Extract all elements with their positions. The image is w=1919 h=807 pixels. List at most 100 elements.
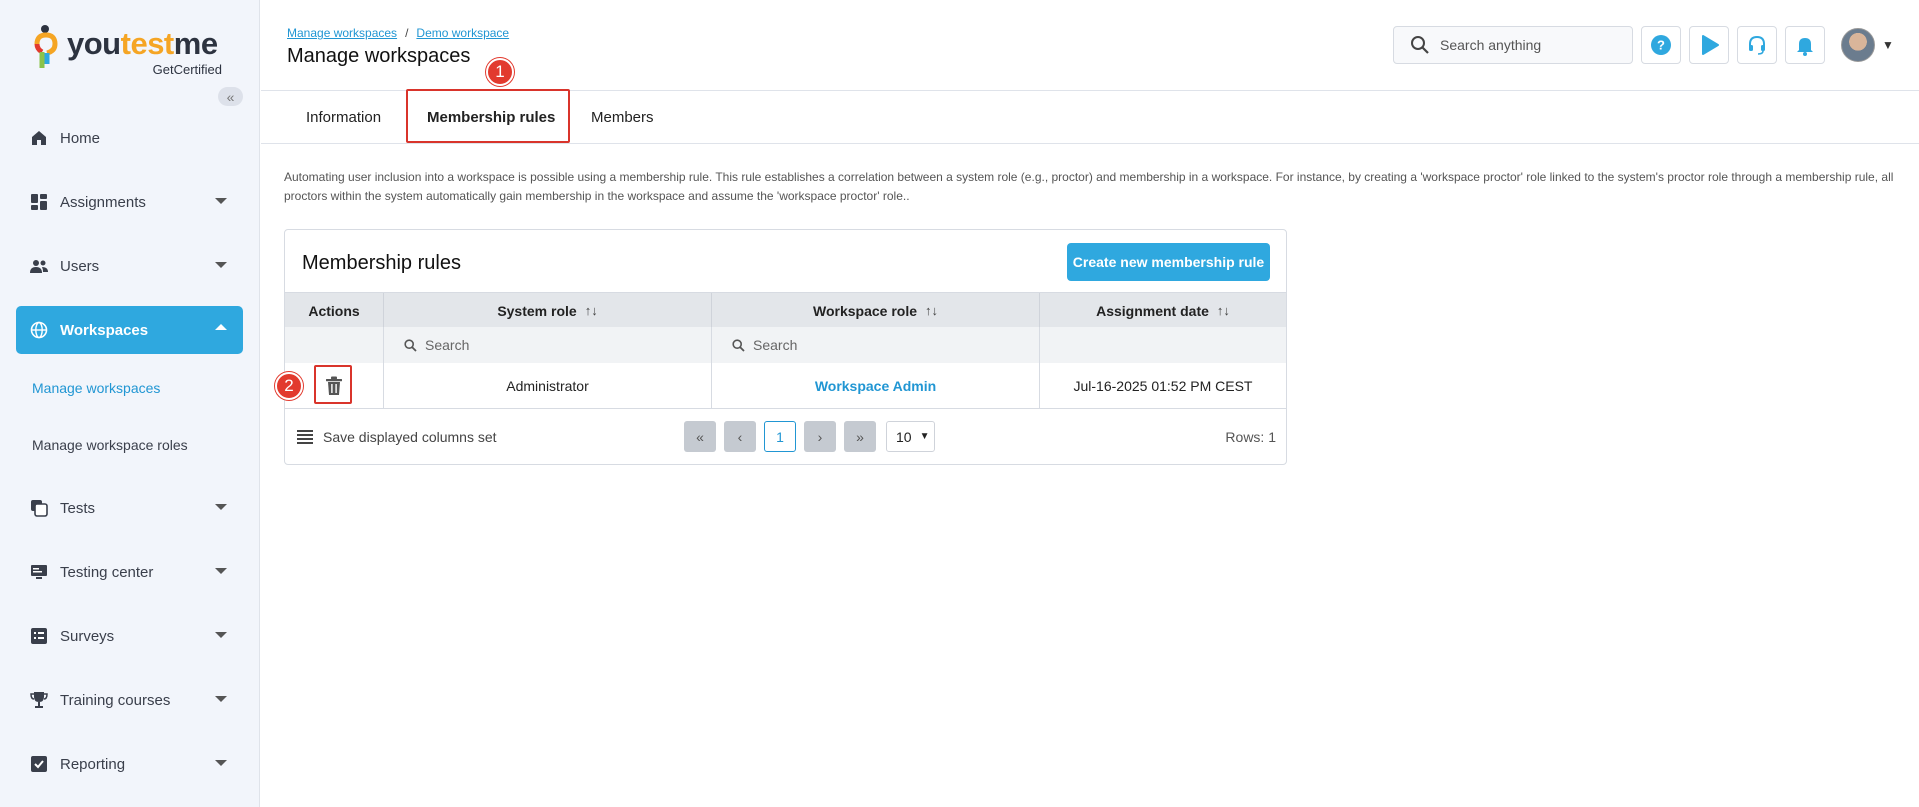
sidebar-item-assignments[interactable]: Assignments bbox=[16, 178, 243, 226]
global-search-input[interactable]: Search anything bbox=[1393, 26, 1633, 64]
column-label: Actions bbox=[308, 302, 360, 319]
create-membership-rule-button[interactable]: Create new membership rule bbox=[1067, 243, 1270, 281]
sidebar-item-label: Surveys bbox=[60, 627, 115, 645]
logo-text: youtestme bbox=[67, 26, 218, 61]
sidebar-item-users[interactable]: Users bbox=[16, 242, 243, 290]
headset-icon bbox=[1749, 35, 1765, 55]
workspace-role-link[interactable]: Workspace Admin bbox=[712, 363, 1040, 409]
sidebar-subitem-manage-workspaces[interactable]: Manage workspaces bbox=[32, 380, 160, 396]
system-role-filter-input[interactable]: Search bbox=[384, 327, 712, 363]
filter-cell-date bbox=[1040, 327, 1286, 363]
chevron-down-icon bbox=[215, 262, 227, 268]
workspace-role-filter-input[interactable]: Search bbox=[712, 327, 1040, 363]
chevron-down-icon bbox=[215, 198, 227, 204]
dashboard-icon bbox=[30, 193, 48, 211]
search-icon bbox=[1411, 36, 1429, 54]
search-icon bbox=[732, 338, 745, 352]
chevron-down-icon: ▼ bbox=[919, 431, 930, 442]
table-row: Administrator Workspace Admin Jul-16-202… bbox=[285, 363, 1286, 409]
help-icon: ? bbox=[1651, 35, 1671, 55]
highlight-box bbox=[406, 89, 570, 143]
filter-row: Search Search bbox=[285, 327, 1286, 363]
sidebar-item-tests[interactable]: Tests bbox=[16, 484, 243, 532]
report-icon bbox=[30, 755, 48, 773]
sidebar-collapse-button[interactable]: « bbox=[218, 87, 243, 106]
tab-information[interactable]: Information bbox=[306, 91, 381, 144]
table-footer: Save displayed columns set « ‹ 1 › » 10 ▼… bbox=[285, 410, 1286, 464]
chevron-down-icon bbox=[215, 568, 227, 574]
highlight-box bbox=[314, 365, 352, 404]
sidebar-item-workspaces[interactable]: Workspaces bbox=[16, 306, 243, 354]
table-header: Actions System role ↑↓ Workspace role ↑↓ A… bbox=[285, 292, 1286, 328]
tab-members[interactable]: Members bbox=[591, 91, 654, 144]
column-label: Assignment date bbox=[1096, 302, 1209, 319]
svg-text:?: ? bbox=[1657, 38, 1665, 53]
chevron-down-icon[interactable]: ▼ bbox=[1882, 38, 1894, 52]
page-button-current[interactable]: 1 bbox=[764, 421, 796, 452]
breadcrumb-separator: / bbox=[405, 26, 409, 40]
sidebar-item-reporting[interactable]: Reporting bbox=[16, 740, 243, 788]
first-page-button[interactable]: « bbox=[684, 421, 716, 452]
tests-icon bbox=[30, 499, 48, 517]
sidebar-item-label: Testing center bbox=[60, 563, 154, 581]
help-button[interactable]: ? bbox=[1641, 26, 1681, 64]
bell-icon bbox=[1797, 38, 1813, 56]
logo[interactable]: youtestme GetCertified bbox=[33, 22, 233, 78]
support-button[interactable] bbox=[1737, 26, 1777, 64]
sidebar-item-label: Training courses bbox=[60, 691, 171, 709]
notifications-button[interactable] bbox=[1785, 26, 1825, 64]
breadcrumb-link-manage-workspaces[interactable]: Manage workspaces bbox=[287, 26, 397, 40]
column-header-actions: Actions bbox=[285, 293, 384, 328]
sort-icon[interactable]: ↑↓ bbox=[925, 303, 938, 318]
double-chevron-left-icon: « bbox=[226, 88, 235, 105]
sort-icon[interactable]: ↑↓ bbox=[585, 303, 598, 318]
page-description: Automating user inclusion into a workspa… bbox=[284, 170, 1894, 203]
sidebar-item-label: Workspaces bbox=[60, 321, 149, 339]
column-header-workspace-role[interactable]: Workspace role ↑↓ bbox=[712, 293, 1040, 328]
search-icon bbox=[404, 338, 417, 352]
play-icon bbox=[1702, 35, 1719, 55]
card-title: Membership rules bbox=[302, 252, 461, 274]
chevron-down-icon bbox=[215, 760, 227, 766]
sidebar-item-label: Users bbox=[60, 257, 100, 275]
page-size-value: 10 bbox=[896, 428, 912, 445]
chevron-down-icon bbox=[215, 632, 227, 638]
sidebar-item-training-courses[interactable]: Training courses bbox=[16, 676, 243, 724]
column-header-assignment-date[interactable]: Assignment date ↑↓ bbox=[1040, 293, 1286, 328]
trophy-icon bbox=[30, 691, 48, 709]
menu-lines-icon bbox=[297, 430, 313, 444]
page-size-select[interactable]: 10 ▼ bbox=[886, 421, 935, 452]
chevron-left-icon: ‹ bbox=[737, 428, 743, 445]
logo-mark-icon bbox=[34, 25, 58, 68]
sidebar-item-label: Tests bbox=[60, 499, 96, 517]
double-chevron-right-icon: » bbox=[856, 428, 864, 445]
play-tutorial-button[interactable] bbox=[1689, 26, 1729, 64]
next-page-button[interactable]: › bbox=[804, 421, 836, 452]
filter-cell-empty bbox=[285, 327, 384, 363]
list-icon bbox=[30, 627, 48, 645]
sidebar-item-testing-center[interactable]: Testing center bbox=[16, 548, 243, 596]
sidebar-item-surveys[interactable]: Surveys bbox=[16, 612, 243, 660]
column-header-system-role[interactable]: System role ↑↓ bbox=[384, 293, 712, 328]
chevron-down-icon bbox=[215, 504, 227, 510]
prev-page-button[interactable]: ‹ bbox=[724, 421, 756, 452]
sidebar: youtestme GetCertified « Home Assignment… bbox=[0, 0, 260, 807]
last-page-button[interactable]: » bbox=[844, 421, 876, 452]
filter-placeholder: Search bbox=[425, 337, 470, 353]
sidebar-item-home[interactable]: Home bbox=[16, 114, 243, 162]
save-columns-button[interactable]: Save displayed columns set bbox=[297, 410, 497, 464]
rows-count: Rows: 1 bbox=[1225, 429, 1276, 445]
sidebar-item-label: Home bbox=[60, 129, 101, 147]
breadcrumb: Manage workspaces / Demo workspace bbox=[287, 26, 509, 40]
user-avatar[interactable] bbox=[1841, 28, 1875, 62]
sort-icon[interactable]: ↑↓ bbox=[1217, 303, 1230, 318]
search-placeholder: Search anything bbox=[1440, 37, 1542, 53]
users-icon bbox=[30, 257, 48, 275]
system-role-cell: Administrator bbox=[384, 363, 712, 409]
breadcrumb-link-demo-workspace[interactable]: Demo workspace bbox=[416, 26, 509, 40]
sidebar-subitem-manage-workspace-roles[interactable]: Manage workspace roles bbox=[32, 437, 188, 453]
monitor-icon bbox=[30, 563, 48, 581]
globe-icon bbox=[30, 321, 48, 339]
column-label: Workspace role bbox=[812, 302, 917, 319]
page-title: Manage workspaces bbox=[287, 45, 471, 67]
